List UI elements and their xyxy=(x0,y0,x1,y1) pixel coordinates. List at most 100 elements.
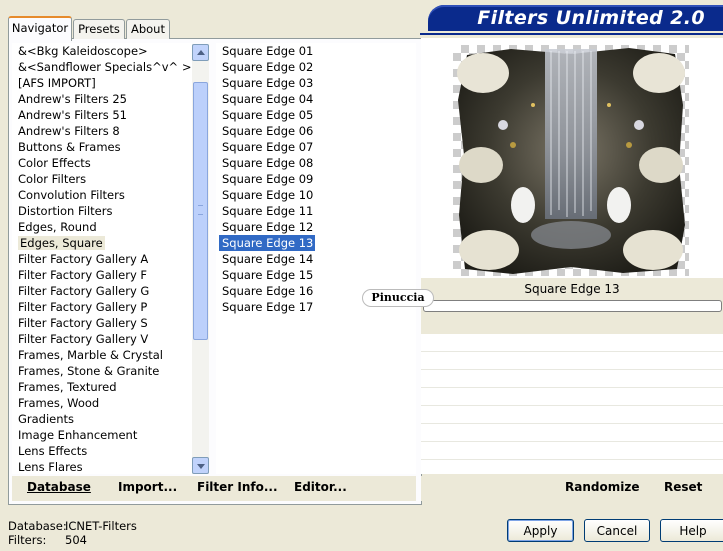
category-item[interactable]: Filter Factory Gallery P xyxy=(12,299,192,315)
category-item[interactable]: Gradients xyxy=(12,411,192,427)
app-title: Filters Unlimited 2.0 xyxy=(477,7,705,29)
category-item[interactable]: Andrew's Filters 51 xyxy=(12,107,192,123)
filter-item[interactable]: Square Edge 02 xyxy=(216,59,416,75)
filter-item[interactable]: Square Edge 08 xyxy=(216,155,416,171)
category-item[interactable]: Buttons & Frames xyxy=(12,139,192,155)
category-item-label: Andrew's Filters 8 xyxy=(18,124,120,138)
cancel-button[interactable]: Cancel xyxy=(584,519,650,542)
param-row-divider xyxy=(421,459,723,460)
category-item[interactable]: Andrew's Filters 8 xyxy=(12,123,192,139)
grip-icon xyxy=(198,205,203,215)
category-item-label: Frames, Marble & Crystal xyxy=(18,348,163,362)
filter-item[interactable]: Square Edge 07 xyxy=(216,139,416,155)
category-item[interactable]: Lens Flares xyxy=(12,459,192,474)
category-item[interactable]: Filter Factory Gallery A xyxy=(12,251,192,267)
category-item[interactable]: Filter Factory Gallery V xyxy=(12,331,192,347)
category-item-label: Filter Factory Gallery V xyxy=(18,332,149,346)
database-label: Database xyxy=(27,480,91,494)
preview-artwork xyxy=(457,48,685,274)
category-item[interactable]: Frames, Stone & Granite xyxy=(12,363,192,379)
category-item[interactable]: Frames, Wood xyxy=(12,395,192,411)
filter-item[interactable]: Square Edge 04 xyxy=(216,91,416,107)
category-item-label: Convolution Filters xyxy=(18,188,125,202)
param-row-divider xyxy=(421,405,723,406)
category-item-label: Filter Factory Gallery S xyxy=(18,316,148,330)
category-item-label: Andrew's Filters 51 xyxy=(18,108,127,122)
category-item-label: &<Sandflower Specials^v^ > xyxy=(18,60,192,74)
param-row-divider xyxy=(421,441,723,442)
tab-presets[interactable]: Presets xyxy=(73,19,125,39)
category-item-label: Buttons & Frames xyxy=(18,140,121,154)
category-item-label: Andrew's Filters 25 xyxy=(18,92,127,106)
apply-button[interactable]: Apply xyxy=(507,519,574,542)
filters-count-value: 504 xyxy=(65,533,87,547)
category-item-label: Color Effects xyxy=(18,156,91,170)
param-row-divider xyxy=(421,369,723,370)
filter-item[interactable]: Square Edge 11 xyxy=(216,203,416,219)
filters-count-label: Filters: xyxy=(8,533,47,547)
tab-about[interactable]: About xyxy=(126,19,170,39)
category-item[interactable]: Edges, Square xyxy=(12,235,192,251)
filter-item[interactable]: Square Edge 15 xyxy=(216,267,416,283)
category-item[interactable]: &<Sandflower Specials^v^ > xyxy=(12,59,192,75)
category-list[interactable]: &<Bkg Kaleidoscope> &<Sandflower Specials… xyxy=(12,43,192,474)
param-row-divider xyxy=(421,387,723,388)
filter-list[interactable]: Square Edge 01 Square Edge 02 Square Edge … xyxy=(216,43,416,474)
filter-item[interactable]: Square Edge 10 xyxy=(216,187,416,203)
reset-button[interactable]: Reset xyxy=(664,480,702,494)
filter-item-selected[interactable]: Square Edge 13 xyxy=(219,235,316,251)
preview-image xyxy=(453,45,689,276)
category-item-label: Frames, Textured xyxy=(18,380,117,394)
watermark-label: Pinuccia xyxy=(362,289,434,307)
category-item[interactable]: Distortion Filters xyxy=(12,203,192,219)
tab-navigator[interactable]: Navigator xyxy=(8,16,72,41)
category-item-label: Frames, Wood xyxy=(18,396,100,410)
filter-item[interactable]: Square Edge 09 xyxy=(216,171,416,187)
category-item[interactable]: Image Enhancement xyxy=(12,427,192,443)
category-item-label: Edges, Square xyxy=(18,236,105,250)
banner-underline xyxy=(420,33,723,35)
category-item[interactable]: Lens Effects xyxy=(12,443,192,459)
category-item-label: Color Filters xyxy=(18,172,87,186)
category-item[interactable]: Frames, Marble & Crystal xyxy=(12,347,192,363)
category-item[interactable]: Color Filters xyxy=(12,171,192,187)
editor-button[interactable]: Editor... xyxy=(294,480,347,494)
database-info-label: Database: xyxy=(8,519,67,533)
database-info-value: ICNET-Filters xyxy=(65,519,137,533)
import-button[interactable]: Import... xyxy=(118,480,177,494)
category-item[interactable]: &<Bkg Kaleidoscope> xyxy=(12,43,192,59)
progress-bar xyxy=(423,300,722,312)
category-item[interactable]: Filter Factory Gallery G xyxy=(12,283,192,299)
category-item[interactable]: Color Effects xyxy=(12,155,192,171)
filter-item[interactable]: Square Edge 01 xyxy=(216,43,416,59)
help-button[interactable]: Help xyxy=(660,519,723,542)
filter-item[interactable]: Square Edge 14 xyxy=(216,251,416,267)
category-item[interactable]: Andrew's Filters 25 xyxy=(12,91,192,107)
category-item[interactable]: Convolution Filters xyxy=(12,187,192,203)
title-banner: Filters Unlimited 2.0 xyxy=(428,5,723,31)
category-item[interactable]: Filter Factory Gallery S xyxy=(12,315,192,331)
preview-caption: Square Edge 13 xyxy=(524,282,620,296)
scroll-thumb[interactable] xyxy=(193,82,208,340)
category-scrollbar[interactable] xyxy=(192,44,209,474)
left-toolbar: Database Import... Filter Info... Editor… xyxy=(12,476,416,501)
filter-item[interactable]: Square Edge 05 xyxy=(216,107,416,123)
category-item-label: Edges, Round xyxy=(18,220,97,234)
scroll-down-icon[interactable] xyxy=(192,457,209,474)
scroll-up-icon[interactable] xyxy=(192,44,209,61)
category-item[interactable]: Frames, Textured xyxy=(12,379,192,395)
right-toolbar: Randomize Reset xyxy=(421,476,723,501)
category-item[interactable]: Filter Factory Gallery F xyxy=(12,267,192,283)
param-row-divider xyxy=(421,351,723,352)
category-item-label: Filter Factory Gallery P xyxy=(18,300,148,314)
randomize-button[interactable]: Randomize xyxy=(565,480,639,494)
category-item[interactable]: Edges, Round xyxy=(12,219,192,235)
category-item-label: &<Bkg Kaleidoscope> xyxy=(18,44,148,58)
filter-item[interactable]: Square Edge 06 xyxy=(216,123,416,139)
filter-info-button[interactable]: Filter Info... xyxy=(197,480,278,494)
filter-item[interactable]: Square Edge 03 xyxy=(216,75,416,91)
category-item[interactable]: [AFS IMPORT] xyxy=(12,75,192,91)
param-row-divider xyxy=(421,423,723,424)
filter-item[interactable]: Square Edge 12 xyxy=(216,219,416,235)
database-button[interactable]: Database xyxy=(27,480,91,494)
